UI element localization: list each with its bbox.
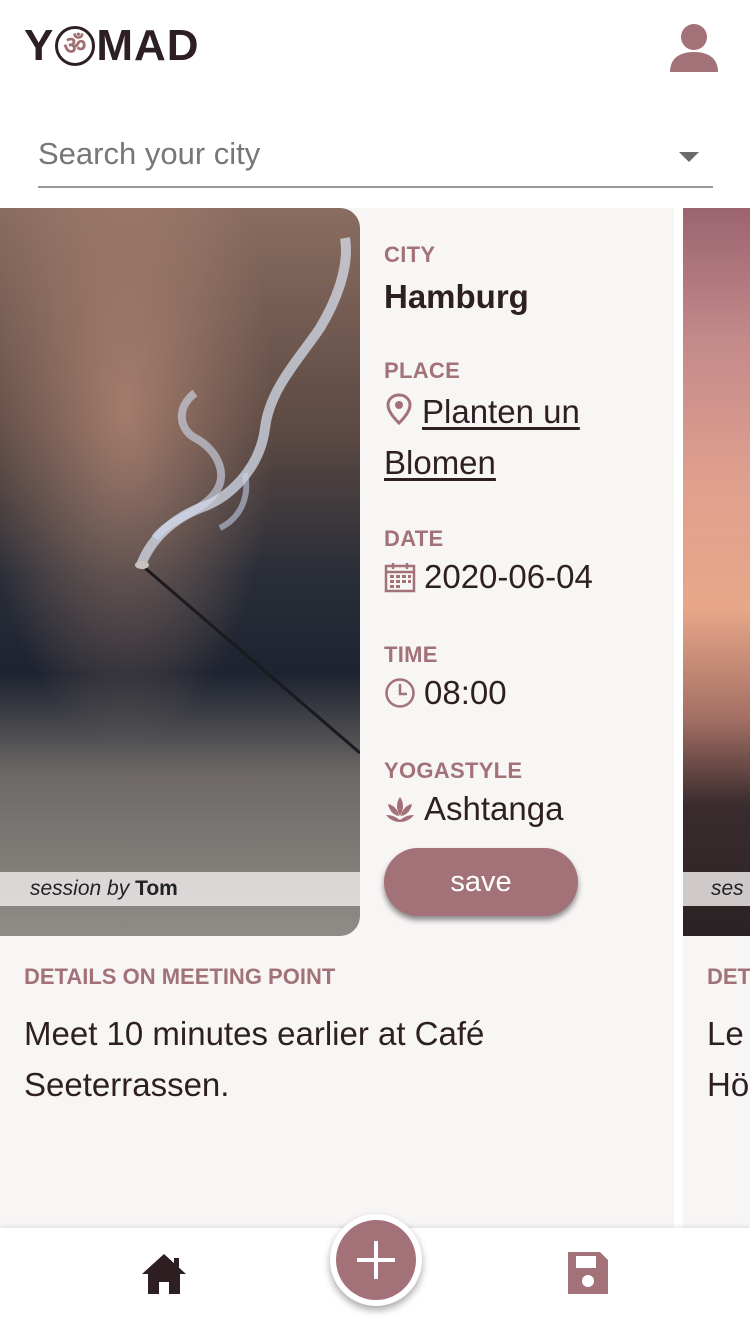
app-logo[interactable]: Y ॐ MAD (24, 24, 200, 68)
yogastyle-label: YOGASTYLE (384, 758, 523, 783)
lotus-icon (386, 797, 414, 822)
time-value: 08:00 (384, 674, 507, 712)
calendar-icon (384, 563, 416, 593)
add-session-button[interactable] (330, 1214, 422, 1306)
time-label: TIME (384, 642, 438, 667)
yogastyle-value: Ashtanga (384, 790, 563, 828)
place-value: Planten un Blomen (384, 386, 644, 488)
details-text: Meet 10 minutes earlier at Café Seeterra… (24, 1015, 485, 1103)
map-pin-icon (386, 393, 412, 425)
date-text: 2020-06-04 (424, 558, 593, 595)
clock-icon (385, 678, 415, 708)
time-text: 08:00 (424, 674, 507, 711)
search-input[interactable] (38, 132, 658, 176)
profile-button[interactable] (668, 22, 720, 74)
dropdown-caret-icon[interactable] (679, 152, 699, 162)
next-details-label: DET (707, 964, 750, 989)
logo-text-right: MAD (96, 21, 200, 70)
om-symbol-icon: ॐ (55, 26, 96, 66)
city-search[interactable] (38, 124, 713, 188)
city-value: Hamburg (384, 278, 529, 315)
city-label: CITY (384, 242, 436, 267)
next-details-text-line2: Hö (707, 1066, 750, 1103)
credit-prefix: session by (30, 877, 130, 900)
date-value: 2020-06-04 (384, 558, 593, 596)
session-card: session by Tom CITY Hamburg PLACE Plante… (0, 208, 674, 1228)
nav-home-button[interactable] (140, 1252, 188, 1296)
home-icon (142, 1254, 186, 1294)
next-session-photo (683, 208, 750, 936)
credit-name: Tom (135, 877, 178, 900)
next-session-credit: ses (683, 872, 750, 906)
yogastyle-text: Ashtanga (424, 790, 564, 827)
plus-icon (357, 1241, 395, 1279)
save-button[interactable]: save (384, 848, 578, 916)
place-label: PLACE (384, 358, 461, 383)
session-photo: session by Tom (0, 208, 360, 936)
next-session-card[interactable]: ses DET Le Hö (683, 208, 750, 1228)
session-credit: session by Tom (0, 872, 360, 906)
next-details-text-line1: Le (707, 1015, 744, 1052)
date-label: DATE (384, 526, 444, 551)
user-icon (670, 24, 718, 72)
floppy-disk-icon (568, 1252, 608, 1294)
details-label: DETAILS ON MEETING POINT (24, 964, 336, 989)
nav-saved-button[interactable] (566, 1250, 610, 1296)
logo-text-left: Y (24, 21, 55, 70)
incense-smoke-image (135, 237, 360, 755)
